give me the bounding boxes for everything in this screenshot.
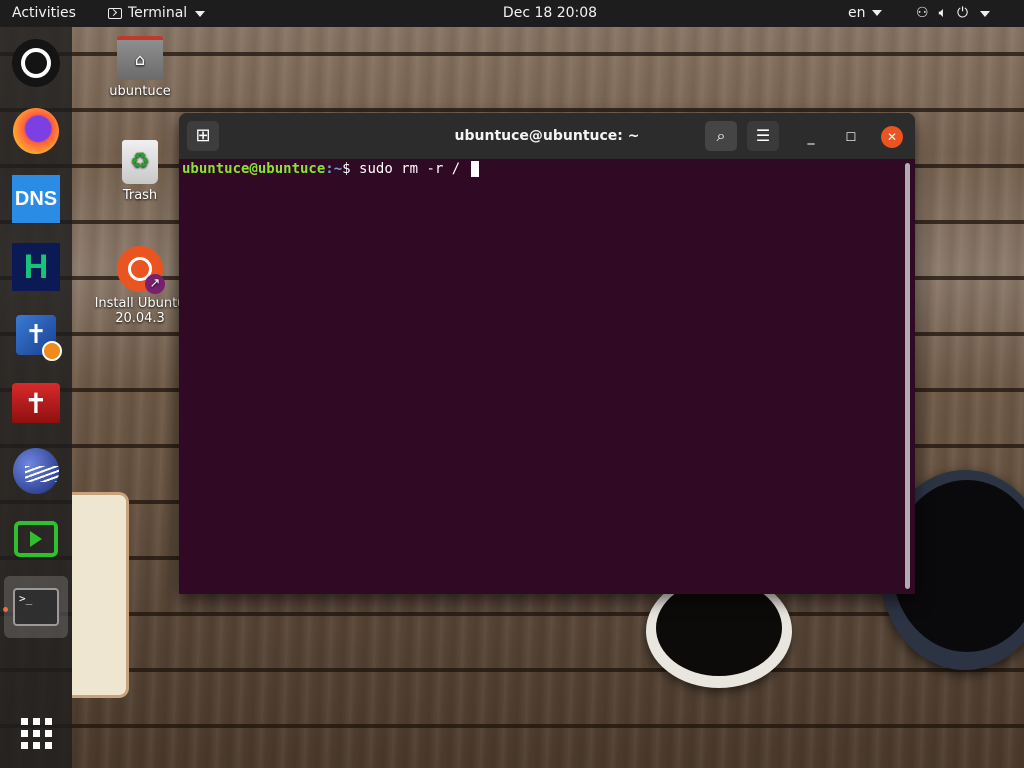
top-bar: Activities Terminal Dec 18 20:08 en ⚇ 🔈︎… [0, 0, 1024, 27]
terminal-scrollbar[interactable] [905, 163, 910, 589]
dock-firefox[interactable] [8, 103, 64, 159]
trash-icon: ♻ [122, 140, 158, 184]
minimize-button[interactable]: _ [799, 125, 823, 149]
bible-clock-icon: ✝ [16, 315, 62, 361]
terminal-icon: >_ [13, 588, 59, 626]
prompt-symbol: $ [342, 161, 351, 177]
dock-terminal[interactable]: >_ [4, 576, 68, 638]
desktop-icon-home[interactable]: ⌂ ubuntuce [85, 36, 195, 99]
ubuntu-icon [12, 39, 60, 87]
show-applications-button[interactable] [8, 705, 64, 761]
dock: DNS H ✝ ✝ >_ [0, 27, 72, 768]
language-indicator[interactable]: en [848, 0, 882, 27]
dock-skywave[interactable] [8, 443, 64, 499]
dock-xiphos[interactable]: ✝ [8, 375, 64, 431]
dns-icon: DNS [12, 175, 60, 223]
search-icon: ⌕ [716, 126, 726, 145]
install-ubuntu-icon: ↗ [117, 246, 165, 294]
dock-ubuntu[interactable] [8, 35, 64, 91]
chevron-down-icon [871, 10, 882, 16]
network-icon: ⚇ [916, 5, 929, 21]
search-button[interactable]: ⌕ [705, 121, 737, 151]
maximize-icon: ☐ [845, 130, 857, 144]
new-tab-button[interactable]: ⊞ [187, 121, 219, 151]
command-text: sudo rm -r / [359, 161, 461, 177]
terminal-body[interactable]: ubuntuce@ubuntuce:~$ sudo rm -r / [179, 159, 915, 594]
terminal-window[interactable]: ubuntuce@ubuntuce: ~ ⊞ ⌕ ☰ _ ☐ ✕ ubuntuc… [179, 113, 915, 594]
system-tray[interactable]: ⚇ 🔈︎ ⏻ [916, 0, 991, 27]
wallpaper-notebook [72, 492, 129, 698]
shortcut-arrow-icon: ↗ [145, 274, 165, 294]
hamburger-icon: ☰ [755, 126, 771, 145]
language-label: en [848, 5, 866, 21]
dock-screen-recorder[interactable] [8, 511, 64, 567]
xiphos-icon: ✝ [12, 383, 60, 423]
menu-button[interactable]: ☰ [747, 121, 779, 151]
volume-icon: 🔈︎ [938, 5, 947, 21]
h-app-icon: H [12, 243, 60, 291]
wallpaper-white-mug-coffee [656, 580, 782, 676]
terminal-titlebar[interactable]: ubuntuce@ubuntuce: ~ ⊞ ⌕ ☰ _ ☐ ✕ [179, 113, 915, 159]
home-folder-icon: ⌂ [117, 36, 163, 80]
prompt-user: ubuntuce@ubuntuce [182, 161, 326, 177]
dock-dns[interactable]: DNS [8, 171, 64, 227]
dock-bible-clock[interactable]: ✝ [8, 307, 64, 363]
skywave-icon [13, 448, 59, 494]
power-icon: ⏻ [956, 5, 969, 21]
screen-recorder-icon [14, 521, 58, 557]
chevron-down-icon [980, 10, 991, 17]
desktop-icon-label: Install Ubuntu 20.04.3 [94, 296, 186, 326]
new-tab-icon: ⊞ [195, 125, 211, 146]
maximize-button[interactable]: ☐ [839, 125, 863, 149]
text-cursor [470, 161, 479, 177]
firefox-icon [13, 108, 59, 154]
show-apps-icon [20, 717, 52, 749]
close-icon: ✕ [886, 130, 898, 144]
desktop-icon-label: ubuntuce [109, 84, 171, 99]
prompt-path: :~ [325, 161, 343, 177]
minimize-icon: _ [807, 129, 815, 145]
dock-h-app[interactable]: H [8, 239, 64, 295]
close-button[interactable]: ✕ [881, 126, 903, 148]
